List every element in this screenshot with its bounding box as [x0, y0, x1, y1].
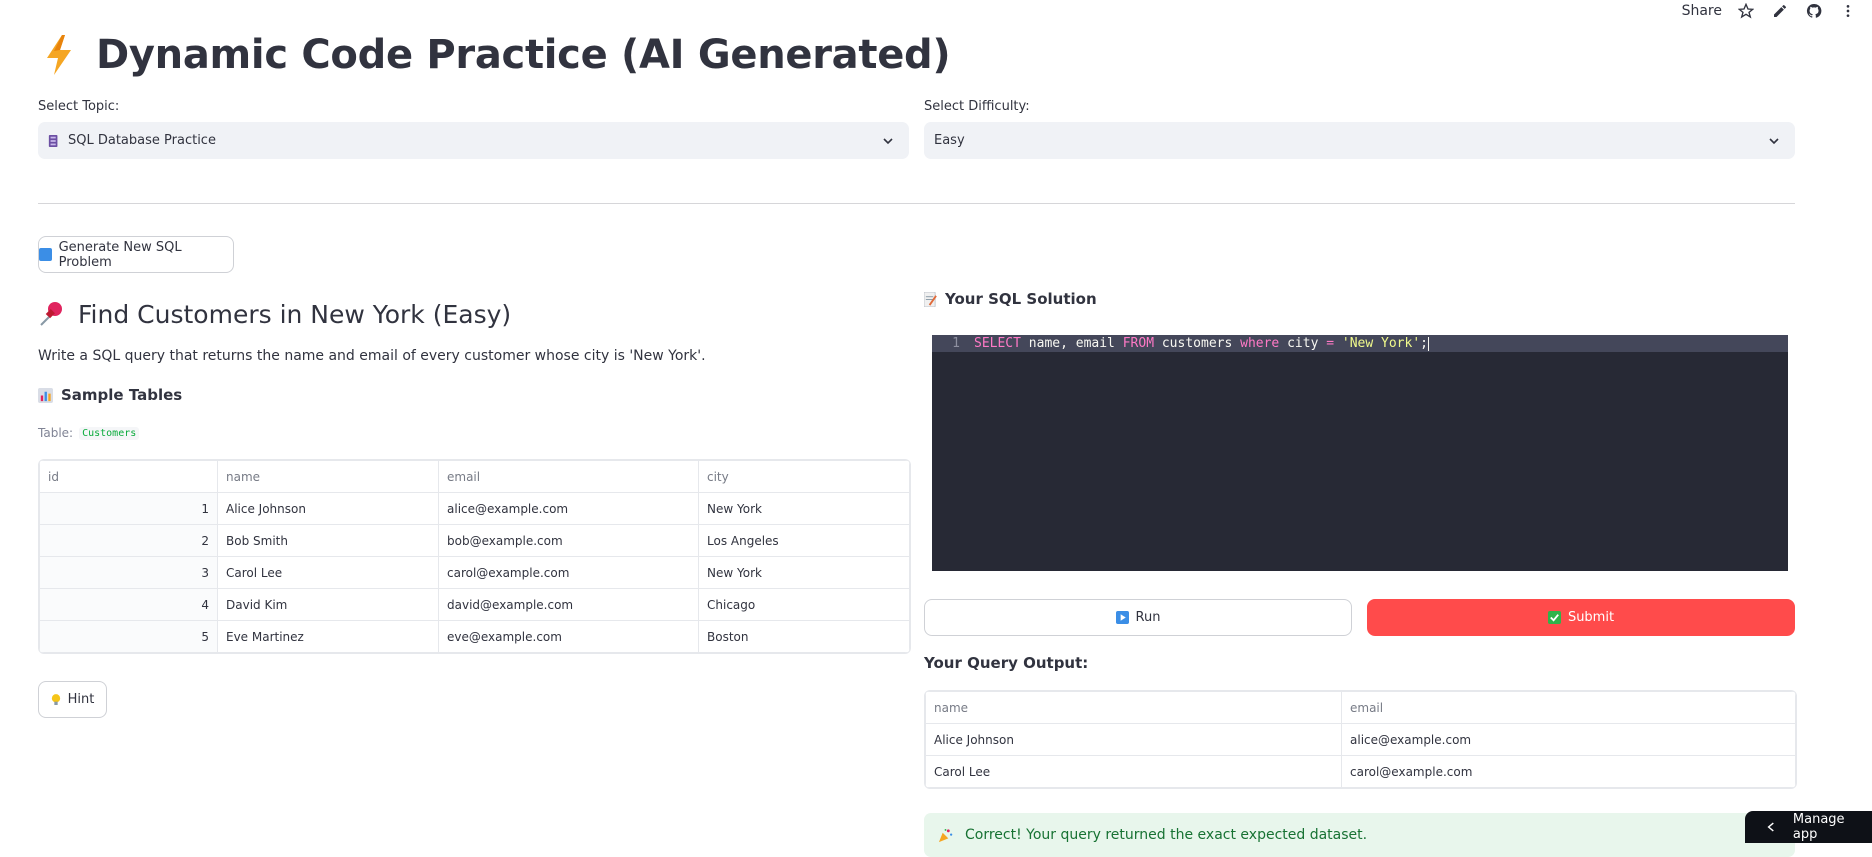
topic-select[interactable]: SQL Database Practice	[38, 122, 909, 159]
problem-heading-row: Find Customers in New York (Easy)	[38, 296, 511, 332]
difficulty-select-value: Easy	[934, 133, 965, 148]
query-output-heading: Your Query Output:	[924, 654, 1089, 672]
code-text: SELECT name, email FROM customers where …	[974, 336, 1429, 351]
table-cell[interactable]: Eve Martinez	[217, 620, 439, 653]
problem-title: Find Customers in New York (Easy)	[78, 299, 512, 329]
table-row: 2 Bob Smith bob@example.com Los Angeles	[39, 524, 910, 557]
sql-solution-heading: Your SQL Solution	[945, 290, 1097, 308]
manage-app-label: Manage app	[1792, 812, 1845, 842]
check-mark-icon	[1547, 611, 1561, 624]
github-icon[interactable]	[1804, 1, 1824, 21]
generate-button-label: Generate New SQL Problem	[58, 239, 182, 270]
play-icon	[1115, 611, 1129, 624]
problem-description: Write a SQL query that returns the name …	[38, 348, 706, 364]
table-caption: Table: Customers	[38, 426, 140, 440]
run-button[interactable]: Run	[924, 599, 1352, 636]
table-row: Alice Johnson alice@example.com	[925, 723, 1796, 756]
submit-button[interactable]: Submit	[1367, 599, 1795, 636]
table-cell[interactable]: bob@example.com	[438, 524, 699, 557]
table-cell[interactable]: Boston	[698, 620, 910, 653]
table-cell[interactable]: Chicago	[698, 588, 910, 621]
customers-table: id name email city 1 Alice Johnson alice…	[39, 460, 910, 653]
table-cell[interactable]: David Kim	[217, 588, 439, 621]
code-line[interactable]: 1 SELECT name, email FROM customers wher…	[932, 335, 1788, 352]
chevron-down-icon	[883, 137, 893, 144]
table-header-row: name email	[925, 691, 1796, 724]
table-cell[interactable]: eve@example.com	[438, 620, 699, 653]
chevron-left-icon	[1767, 822, 1774, 832]
table-cell[interactable]: david@example.com	[438, 588, 699, 621]
table-row: 1 Alice Johnson alice@example.com New Yo…	[39, 492, 910, 525]
share-button[interactable]: Share	[1682, 3, 1722, 19]
table-cell[interactable]: Los Angeles	[698, 524, 910, 557]
column-header[interactable]: name	[925, 691, 1342, 724]
star-icon[interactable]	[1736, 1, 1756, 21]
memo-icon	[924, 291, 937, 307]
pushpin-icon	[40, 302, 62, 326]
page-title: Dynamic Code Practice (AI Generated)	[96, 32, 951, 78]
line-number: 1	[952, 336, 960, 351]
chevron-down-icon	[1769, 137, 1779, 144]
hint-button[interactable]: Hint	[38, 681, 107, 718]
table-header-row: id name email city	[39, 460, 910, 493]
column-header[interactable]: name	[217, 460, 439, 493]
query-output-table: name email Alice Johnson alice@example.c…	[925, 691, 1796, 788]
generate-sql-problem-button[interactable]: Generate New SQL Problem	[38, 236, 234, 273]
table-cell[interactable]: 5	[39, 620, 218, 653]
table-cell[interactable]: Carol Lee	[925, 755, 1342, 788]
sample-tables-heading: Sample Tables	[61, 386, 183, 404]
table-cell[interactable]: Alice Johnson	[217, 492, 439, 525]
lightning-icon	[47, 35, 71, 75]
page-title-row: Dynamic Code Practice (AI Generated)	[44, 28, 951, 82]
column-header[interactable]: city	[698, 460, 910, 493]
run-button-label: Run	[1135, 610, 1161, 625]
bar-chart-icon	[38, 387, 53, 403]
success-message: Correct! Your query returned the exact e…	[965, 827, 1368, 843]
table-cell[interactable]: carol@example.com	[438, 556, 699, 589]
table-cell[interactable]: 4	[39, 588, 218, 621]
table-cell[interactable]: Carol Lee	[217, 556, 439, 589]
table-cell[interactable]: 2	[39, 524, 218, 557]
table-row: Carol Lee carol@example.com	[925, 755, 1796, 788]
sql-code-editor[interactable]: 1 SELECT name, email FROM customers wher…	[932, 335, 1788, 571]
column-header[interactable]: email	[438, 460, 699, 493]
table-row: 5 Eve Martinez eve@example.com Boston	[39, 620, 910, 653]
party-popper-icon	[938, 828, 953, 842]
topic-select-value: SQL Database Practice	[68, 133, 216, 148]
topic-label: Select Topic:	[38, 99, 120, 114]
sample-tables-heading-row: Sample Tables	[38, 386, 182, 404]
table-cell[interactable]: 3	[39, 556, 218, 589]
table-cell[interactable]: alice@example.com	[438, 492, 699, 525]
lightbulb-icon	[51, 693, 60, 705]
difficulty-select[interactable]: Easy	[924, 122, 1795, 159]
table-cell[interactable]: carol@example.com	[1341, 755, 1796, 788]
customers-dataframe[interactable]: id name email city 1 Alice Johnson alice…	[38, 459, 911, 654]
difficulty-label: Select Difficulty:	[924, 99, 1030, 114]
top-toolbar: Share	[1682, 0, 1858, 22]
table-row: 4 David Kim david@example.com Chicago	[39, 588, 910, 621]
text-cursor	[1428, 336, 1429, 351]
manage-app-button[interactable]: Manage app	[1745, 811, 1872, 843]
column-header[interactable]: email	[1341, 691, 1796, 724]
table-name: Customers	[79, 426, 140, 440]
table-cell[interactable]: alice@example.com	[1341, 723, 1796, 756]
query-output-dataframe[interactable]: name email Alice Johnson alice@example.c…	[924, 690, 1797, 789]
divider	[38, 203, 1795, 204]
table-cell[interactable]: 1	[39, 492, 218, 525]
submit-button-label: Submit	[1567, 610, 1615, 625]
pencil-icon[interactable]	[1770, 1, 1790, 21]
database-icon	[48, 134, 58, 147]
success-alert: Correct! Your query returned the exact e…	[924, 813, 1795, 857]
table-cell[interactable]: New York	[698, 556, 910, 589]
refresh-icon	[39, 248, 52, 261]
table-row: 3 Carol Lee carol@example.com New York	[39, 556, 910, 589]
more-vertical-icon[interactable]	[1838, 1, 1858, 21]
table-prefix: Table:	[38, 426, 74, 440]
column-header[interactable]: id	[39, 460, 218, 493]
sql-solution-heading-row: Your SQL Solution	[924, 290, 1097, 308]
table-cell[interactable]: Alice Johnson	[925, 723, 1342, 756]
hint-button-label: Hint	[67, 692, 95, 707]
table-cell[interactable]: New York	[698, 492, 910, 525]
table-cell[interactable]: Bob Smith	[217, 524, 439, 557]
